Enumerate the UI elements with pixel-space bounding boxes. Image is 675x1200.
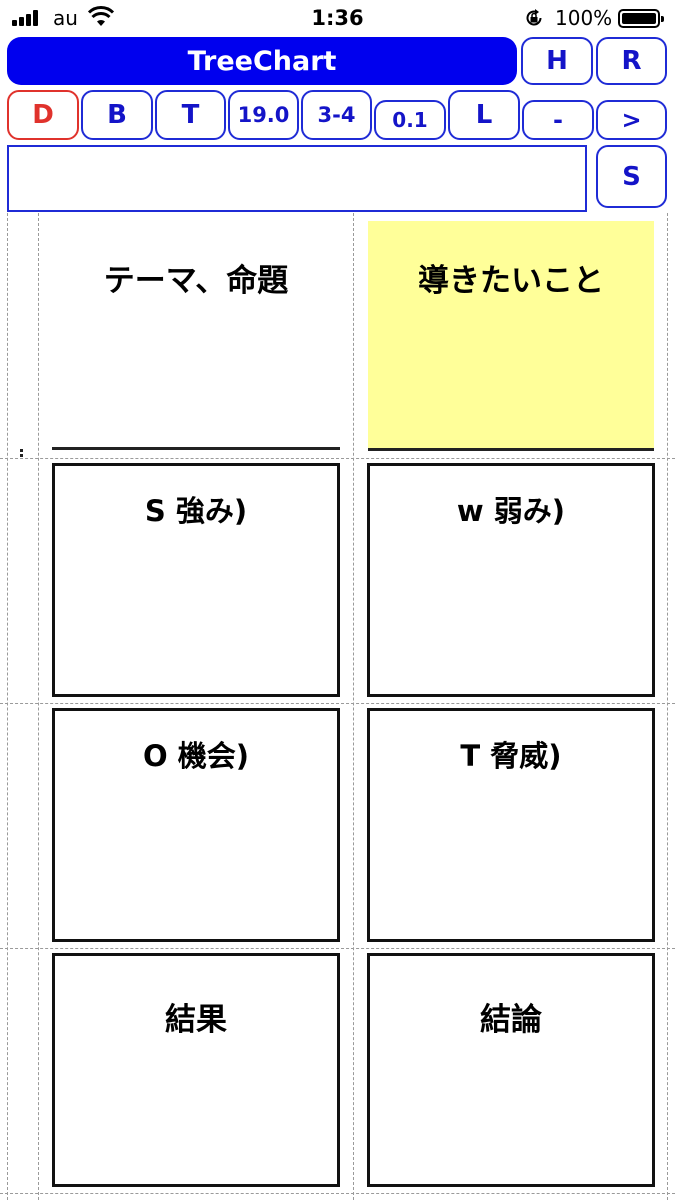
opportunities-node[interactable]: O 機会) (52, 708, 340, 942)
goal-underline (368, 448, 654, 451)
node-text-input[interactable] (7, 145, 587, 212)
grid-line (38, 213, 39, 1200)
weaknesses-label: w 弱み) (456, 494, 566, 528)
minus-button[interactable]: - (522, 100, 594, 140)
s-button[interactable]: S (596, 145, 667, 208)
title-button[interactable]: TreeChart (7, 37, 517, 85)
theme-underline (52, 447, 340, 450)
opportunities-label: O 機会) (142, 739, 249, 773)
threats-node[interactable]: T 脅威) (367, 708, 655, 942)
grid-line (353, 213, 354, 1200)
result-node[interactable]: 結果 (52, 953, 340, 1187)
goal-label: 導きたいこと (418, 263, 604, 299)
grid-line (0, 703, 675, 704)
font-size-button[interactable]: 19.0 (228, 90, 299, 140)
weaknesses-node[interactable]: w 弱み) (367, 463, 655, 697)
theme-node[interactable]: テーマ、命題 (52, 213, 340, 451)
ratio-button[interactable]: 3-4 (301, 90, 372, 140)
result-label: 結果 (165, 1002, 227, 1038)
battery-percent: 100% (555, 6, 613, 30)
tree-chart-grid: テーマ、命題 導きたいこと S 強み) w 弱み) O 機会) T 脅威) 結果… (0, 213, 675, 1200)
row-marker (20, 449, 23, 457)
step-button[interactable]: 0.1 (374, 100, 446, 140)
grid-line (667, 213, 668, 1200)
conclusion-node[interactable]: 結論 (367, 953, 655, 1187)
grid-line (0, 458, 675, 459)
status-bar: au 1:36 100% (0, 0, 675, 36)
rotation-lock-icon (526, 9, 542, 26)
next-button[interactable]: > (596, 100, 667, 140)
theme-label: テーマ、命題 (103, 263, 289, 299)
threats-label: T 脅威) (460, 739, 562, 773)
h-button[interactable]: H (521, 37, 593, 85)
goal-node[interactable]: 導きたいこと (368, 221, 654, 451)
r-button[interactable]: R (596, 37, 667, 85)
grid-line (0, 1193, 675, 1194)
grid-line (7, 213, 8, 1200)
t-button[interactable]: T (155, 90, 226, 140)
strengths-node[interactable]: S 強み) (52, 463, 340, 697)
l-button[interactable]: L (448, 90, 520, 140)
d-button[interactable]: D (7, 90, 79, 140)
battery-icon (618, 9, 664, 28)
conclusion-label: 結論 (480, 1002, 542, 1038)
strengths-label: S 強み) (144, 494, 248, 528)
grid-line (0, 948, 675, 949)
b-button[interactable]: B (81, 90, 153, 140)
